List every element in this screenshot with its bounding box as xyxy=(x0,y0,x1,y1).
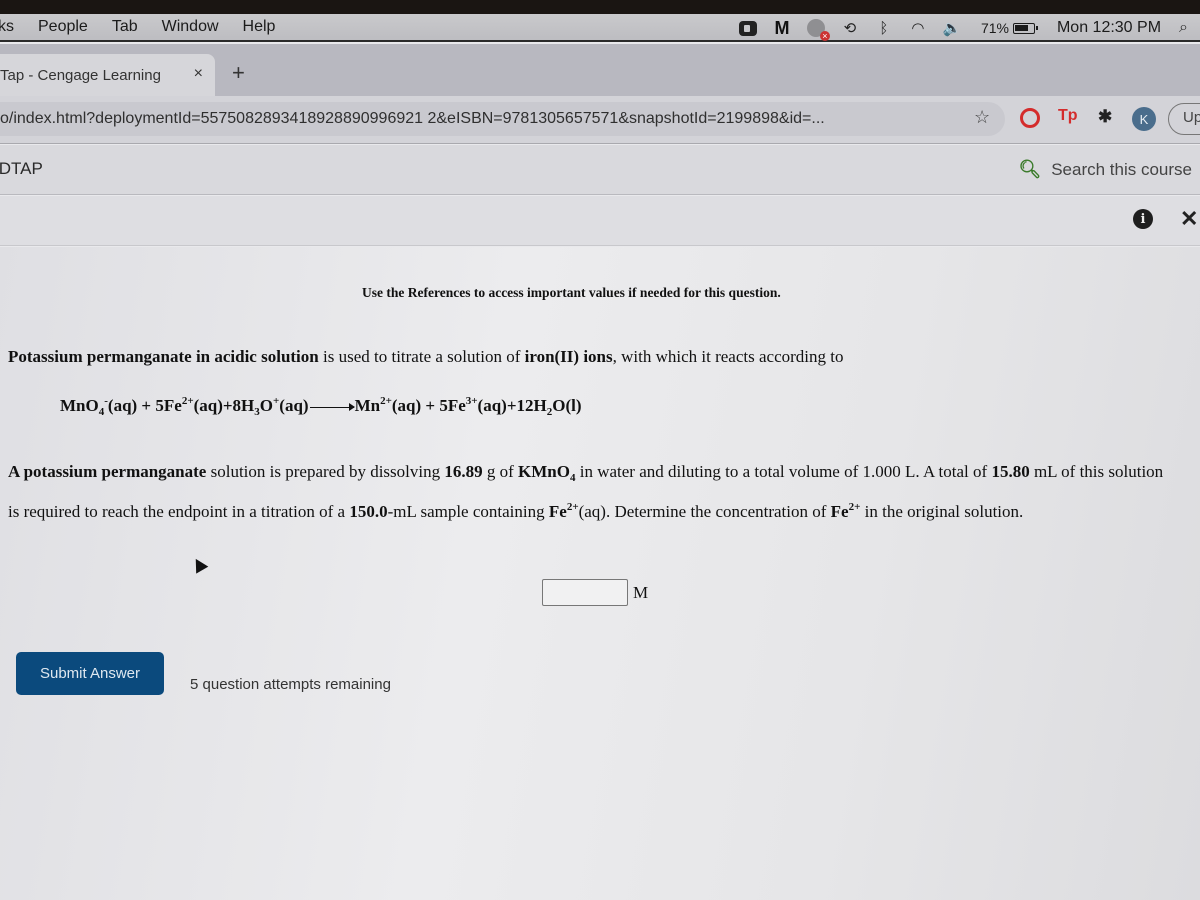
macos-menu-bar: ks People Tab Window Help M ⟲ ᛒ ◠ 🔈 71% … xyxy=(0,14,1200,42)
problem-text: in water and diluting to a total volume … xyxy=(575,462,992,481)
browser-toolbar: o/index.html?deploymentId=55750828934189… xyxy=(0,96,1200,144)
eq-sub: 4 xyxy=(98,406,105,418)
eq-text: (aq)+12H xyxy=(477,396,547,415)
problem-bold: 15.80 xyxy=(991,462,1030,481)
question-intro: Potassium permanganate in acidic solutio… xyxy=(8,347,843,367)
malwarebytes-icon[interactable]: M xyxy=(771,17,793,39)
vpn-disconnected-icon[interactable] xyxy=(805,17,830,41)
adblock-icon[interactable] xyxy=(1020,108,1040,128)
problem-text: solution is prepared by dissolving xyxy=(206,462,445,481)
clock[interactable]: Mon 12:30 PM xyxy=(1057,19,1161,37)
eq-text: (aq) + 5Fe xyxy=(107,396,182,415)
intro-bold-1: Potassium permanganate in acidic solutio… xyxy=(8,347,319,366)
problem-text: in the original solution. xyxy=(860,502,1024,521)
browser-tab-strip: Tap - Cengage Learning × + xyxy=(0,44,1200,96)
eq-text: Mn xyxy=(354,396,381,415)
eq-permanganate: MnO xyxy=(60,396,99,415)
intro-text-2: , with which it reacts according to xyxy=(612,347,844,366)
problem-text: g of xyxy=(482,462,519,481)
bookmark-star-icon[interactable]: ☆ xyxy=(974,107,990,128)
references-note: Use the References to access important v… xyxy=(362,285,781,300)
screen-bezel xyxy=(0,0,1200,14)
eq-sup: 3+ xyxy=(465,395,478,407)
eq-sup: 2+ xyxy=(181,395,194,407)
problem-bold: 16.89 xyxy=(444,462,483,481)
search-course-label: Search this course xyxy=(1051,159,1192,179)
answer-unit: M xyxy=(633,583,649,602)
extensions-puzzle-icon[interactable]: ✱ xyxy=(1098,107,1112,127)
concentration-answer-input[interactable] xyxy=(542,579,628,606)
intro-text-1: is used to titrate a solution of xyxy=(318,347,525,366)
url-text[interactable]: o/index.html?deploymentId=55750828934189… xyxy=(0,110,825,128)
eq-text: (aq) + 5Fe xyxy=(391,396,466,415)
eq-sup: 2+ xyxy=(380,395,392,407)
problem-text: (aq). Determine the concentration of xyxy=(578,502,831,521)
tp-extension-icon[interactable]: Tp xyxy=(1058,107,1078,125)
problem-statement: A potassium permanganate solution is pre… xyxy=(8,457,1168,526)
tab-title: Tap - Cengage Learning xyxy=(0,66,161,84)
attempts-remaining: 5 question attempts remaining xyxy=(190,676,391,693)
update-button[interactable]: Up xyxy=(1168,103,1200,135)
zoom-icon[interactable] xyxy=(737,17,759,39)
battery-icon[interactable] xyxy=(1012,22,1038,34)
question-toolbar: i ✕ xyxy=(0,196,1200,246)
search-icon: 🔍︎ xyxy=(1018,159,1042,179)
question-panel: Use the References to access important v… xyxy=(0,247,1200,900)
wifi-icon[interactable]: ◠ xyxy=(907,17,929,39)
search-course-button[interactable]: 🔍︎ Search this course xyxy=(1018,159,1192,180)
eq-text: (aq)+8H xyxy=(193,396,255,415)
battery-percent: 71% xyxy=(980,20,1009,36)
info-icon[interactable]: i xyxy=(1133,209,1153,229)
profile-avatar[interactable]: K xyxy=(1132,107,1156,131)
spotlight-search-icon[interactable]: ⌕ xyxy=(1179,19,1188,37)
eq-text: O xyxy=(259,396,274,415)
bluetooth-icon[interactable]: ᛒ xyxy=(873,17,895,39)
close-tab-icon[interactable]: × xyxy=(194,65,203,83)
menu-people[interactable]: People xyxy=(38,18,88,36)
close-icon[interactable]: ✕ xyxy=(1180,206,1198,232)
problem-bold: KMnO xyxy=(518,462,570,481)
reaction-equation: MnO4-(aq) + 5Fe2+(aq)+8H3O+(aq) Mn2+(aq) … xyxy=(60,395,582,418)
eq-text: O(l) xyxy=(552,396,582,415)
status-area: M ⟲ ᛒ ◠ 🔈 71% Mon 12:30 PM ⌕ xyxy=(725,14,1188,42)
menu-help[interactable]: Help xyxy=(243,18,276,36)
problem-sup: 2+ xyxy=(566,501,579,513)
tab-cengage[interactable]: Tap - Cengage Learning × xyxy=(0,54,215,96)
menu-window[interactable]: Window xyxy=(162,18,219,36)
volume-icon[interactable]: 🔈 xyxy=(941,17,963,39)
new-tab-button[interactable]: + xyxy=(232,60,245,86)
menu-bookmarks[interactable]: ks xyxy=(0,18,14,36)
problem-bold: Fe xyxy=(830,502,849,521)
brand-logo[interactable]: IDTAP xyxy=(0,159,43,179)
problem-bold: A potassium permanganate xyxy=(8,462,207,481)
eq-text: (aq) xyxy=(279,396,309,415)
intro-bold-2: iron(II) ions xyxy=(524,347,613,366)
time-machine-icon[interactable]: ⟲ xyxy=(839,17,861,39)
mouse-cursor xyxy=(189,555,209,574)
submit-answer-button[interactable]: Submit Answer xyxy=(16,652,164,695)
problem-text: -mL sample containing xyxy=(387,502,549,521)
problem-bold: Fe xyxy=(548,502,567,521)
app-header: IDTAP 🔍︎ Search this course xyxy=(0,145,1200,195)
problem-bold: 150.0 xyxy=(349,502,388,521)
problem-sup: 2+ xyxy=(848,501,861,513)
reaction-arrow xyxy=(309,402,355,411)
menu-tab[interactable]: Tab xyxy=(112,18,138,36)
